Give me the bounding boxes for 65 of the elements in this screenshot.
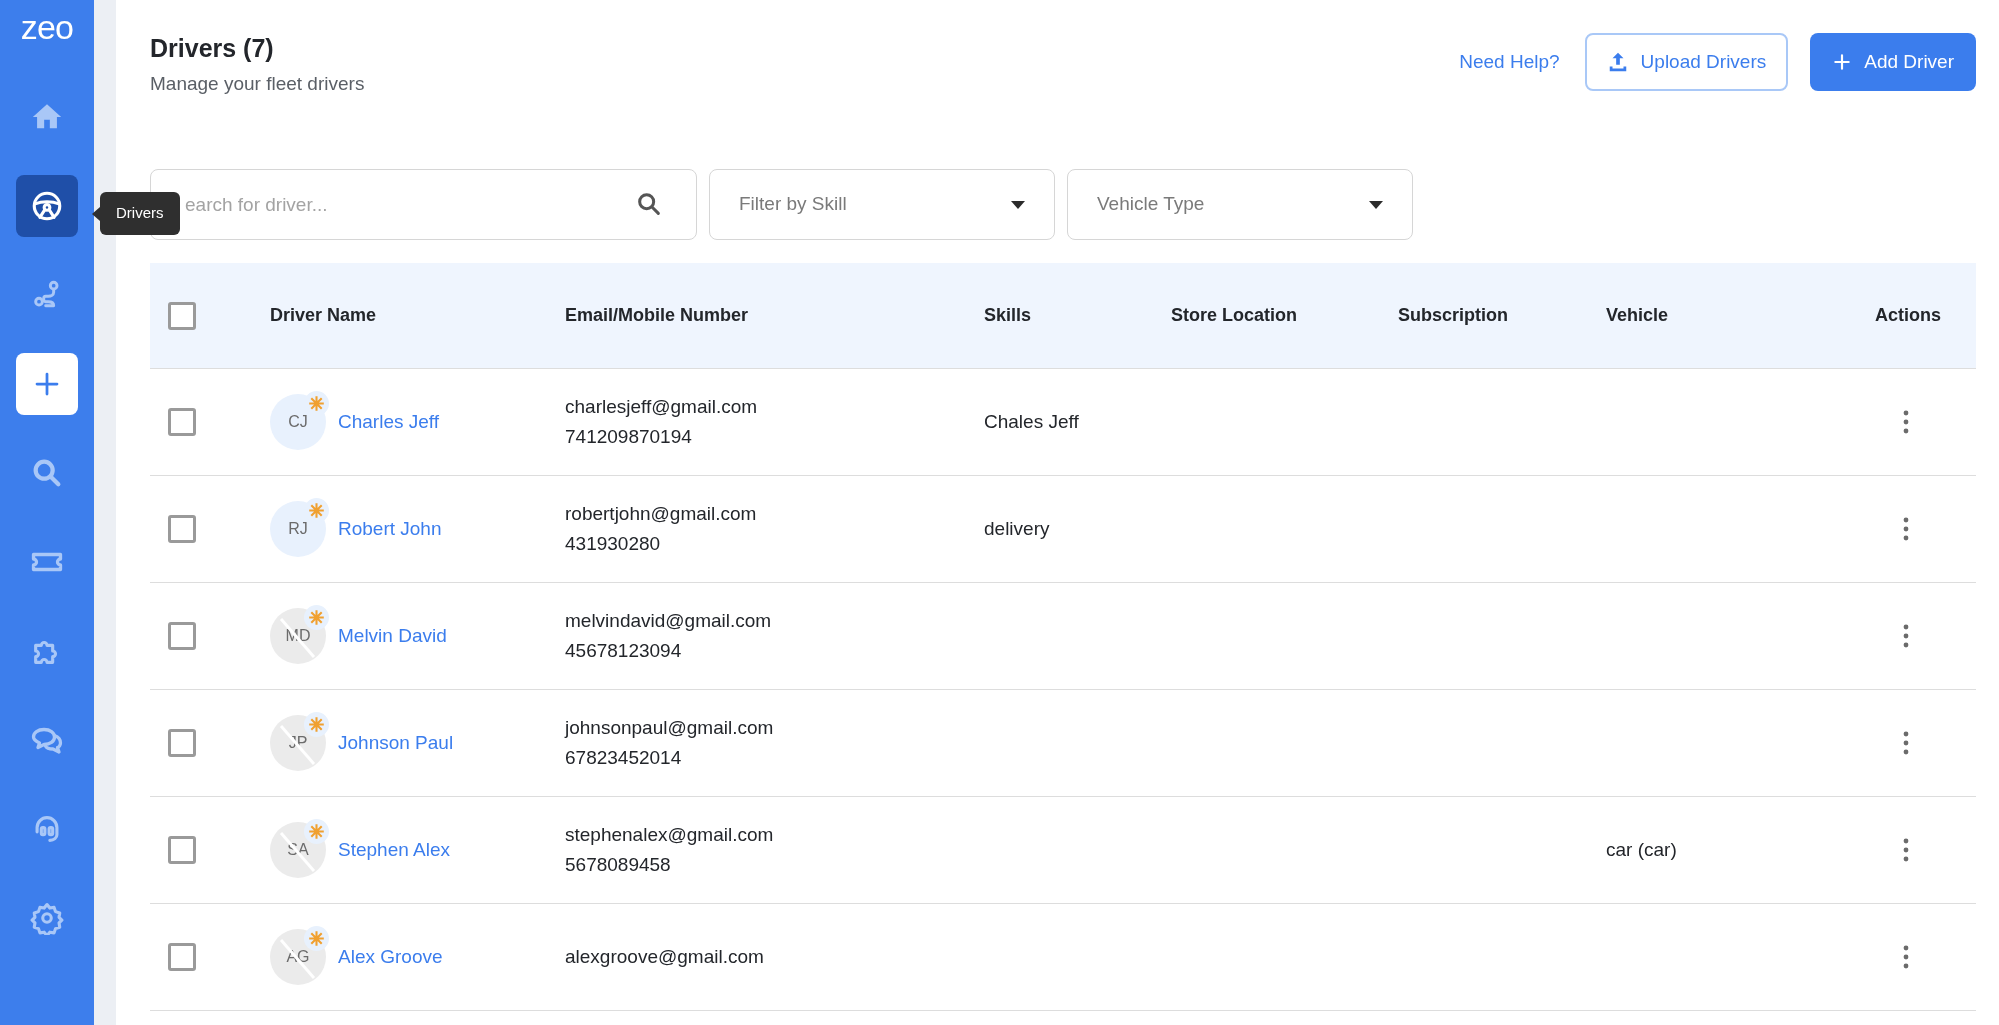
column-header: Email/Mobile Number: [565, 305, 749, 325]
sparkle-badge-icon: [304, 605, 329, 630]
email-text: charlesjeff@gmail.com: [565, 394, 759, 419]
steering-wheel-nav-button[interactable]: [16, 175, 78, 237]
add-driver-button[interactable]: Add Driver: [1810, 33, 1976, 91]
more-options-icon[interactable]: [1903, 731, 1909, 755]
email-text: robertjohn@gmail.com: [565, 501, 758, 526]
sparkle-badge-icon: [304, 391, 329, 416]
sparkle-badge-icon: [304, 712, 329, 737]
column-header: Vehicle: [1606, 305, 1669, 325]
phone-text: 431930280: [565, 532, 662, 556]
avatar: CJ: [270, 394, 326, 450]
driver-name-link[interactable]: Charles Jeff: [338, 407, 440, 437]
checkbox[interactable]: [168, 622, 196, 650]
avatar: RJ: [270, 501, 326, 557]
column-header: Driver Name: [270, 305, 377, 325]
table-cell: delivery: [984, 517, 1050, 539]
plus-icon: [1832, 52, 1853, 72]
email-text: alexgroove@gmail.com: [565, 944, 765, 969]
sparkle-badge-icon: [304, 819, 329, 844]
more-options-icon[interactable]: [1903, 410, 1909, 434]
upload-drivers-button[interactable]: Upload Drivers: [1584, 33, 1789, 91]
checkbox[interactable]: [168, 729, 196, 757]
sparkle-badge-icon: [304, 926, 329, 951]
page-subtitle: Manage your fleet drivers: [150, 71, 365, 96]
plus-nav-button[interactable]: [16, 353, 78, 415]
checkbox[interactable]: [168, 943, 196, 971]
email-text: stephenalex@gmail.com: [565, 822, 775, 847]
settings-icon: [30, 901, 64, 935]
phone-text: 5678089458: [565, 853, 672, 877]
table-cell: car (car): [1606, 838, 1677, 860]
caret-icon: [1011, 200, 1025, 209]
steering-wheel-icon: [30, 189, 64, 223]
page-title: Drivers (7): [150, 33, 275, 64]
more-options-icon[interactable]: [1903, 517, 1909, 541]
sparkle-badge-icon: [304, 498, 329, 523]
caret-icon: [1369, 200, 1383, 209]
filter-dropdown[interactable]: Filter by Skill: [709, 169, 1055, 240]
checkbox[interactable]: [168, 836, 196, 864]
search-icon: [635, 190, 663, 218]
phone-text: 67823452014: [565, 746, 683, 770]
driver-name-link[interactable]: Johnson Paul: [338, 728, 454, 758]
email-text: johnsonpaul@gmail.com: [565, 715, 775, 740]
email-text: melvindavid@gmail.com: [565, 608, 773, 633]
table-cell: Chales Jeff: [984, 410, 1079, 432]
driver-name-link[interactable]: Alex Groove: [338, 942, 443, 972]
more-options-icon[interactable]: [1903, 838, 1909, 862]
checkbox[interactable]: [168, 408, 196, 436]
tooltip: Drivers: [92, 192, 180, 235]
help-link[interactable]: Need Help?: [1459, 47, 1560, 77]
filter-dropdown[interactable]: Vehicle Type: [1067, 169, 1413, 240]
zeo-logo[interactable]: zeo: [20, 10, 74, 46]
driver-name-link[interactable]: Robert John: [338, 514, 442, 544]
checkbox[interactable]: [168, 301, 196, 330]
more-options-icon[interactable]: [1903, 624, 1909, 648]
driver-name-link[interactable]: Stephen Alex: [338, 835, 450, 865]
checkbox[interactable]: [168, 515, 196, 543]
column-header: Skills: [984, 305, 1032, 325]
column-header: Subscription: [1398, 305, 1508, 325]
column-header: Actions: [1875, 304, 1941, 327]
driver-name-link[interactable]: Melvin David: [338, 621, 447, 651]
phone-text: 741209870194: [565, 425, 693, 449]
more-options-icon[interactable]: [1903, 945, 1909, 969]
column-header: Store Location: [1171, 305, 1297, 325]
phone-text: 45678123094: [565, 639, 683, 663]
